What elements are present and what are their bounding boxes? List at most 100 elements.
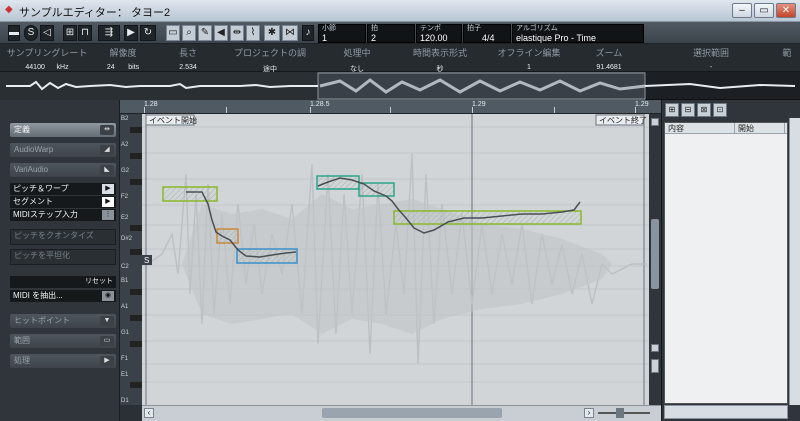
ruler-tick <box>226 107 227 113</box>
key-label: B1 <box>121 278 129 284</box>
grid-icon[interactable]: ⊞ <box>63 25 77 41</box>
key-label: E1 <box>121 372 129 378</box>
zoom-slider[interactable] <box>598 412 650 414</box>
section-process[interactable]: 処理 ▶ <box>10 354 116 368</box>
section-variaudio-label: VariAudio <box>14 165 49 174</box>
algorithm-field[interactable]: アルゴリズム elastique Pro - Time <box>512 24 644 43</box>
maximize-button[interactable]: ▭ <box>754 3 774 18</box>
pitch-warp-row[interactable]: ピッチ＆ワープ ▶ <box>10 183 116 195</box>
piano-keyboard[interactable]: B2 A2 G2 F2 E2 D#2 C2 B1 A1 G1 F1 E1 D1 <box>120 114 142 405</box>
tempo-field[interactable]: テンポ 120.00 <box>416 24 462 43</box>
column-start[interactable]: 開始 <box>735 123 785 134</box>
zoom-slider-handle[interactable] <box>616 408 624 418</box>
list-tool-4-icon[interactable]: ⊡ <box>713 103 727 117</box>
info-selection: 選択範囲 - <box>655 46 767 71</box>
section-definition-label: 定義 <box>14 125 30 134</box>
reset-button[interactable]: リセット <box>10 276 116 288</box>
segment-row[interactable]: セグメント ▶ <box>10 196 116 208</box>
bracket-icon[interactable]: ⊓ <box>78 25 92 41</box>
section-range[interactable]: 範囲 ▭ <box>10 334 116 348</box>
zoom-value: 91.4681 <box>596 64 622 71</box>
straighten-pitch-label: ピッチを平坦化 <box>14 251 70 260</box>
ruler-label-3: 1.29 <box>472 101 486 108</box>
toolbar-icon-1[interactable]: ▬ <box>8 25 20 41</box>
overview-waveform[interactable] <box>0 72 800 100</box>
straighten-pitch-button[interactable]: ピッチを平坦化 <box>10 249 116 265</box>
note-icon[interactable]: ♪ <box>302 25 314 41</box>
editor-vertical-scrollbar[interactable] <box>649 114 661 405</box>
hitpoint-icon: ▼ <box>100 316 114 326</box>
zoom-tool-icon[interactable]: ⌕ <box>182 25 196 41</box>
list-vertical-scrollbar[interactable] <box>789 118 800 405</box>
play-icon[interactable]: ▶ <box>124 25 138 41</box>
section-audiowarp[interactable]: AudioWarp ◢ <box>10 143 116 157</box>
beat-field[interactable]: 拍 2 <box>367 24 415 43</box>
range-header: 範 <box>782 48 792 58</box>
event-end-label: イベント終了 <box>599 115 647 125</box>
signature-field[interactable]: 拍子 4/4 <box>463 24 511 43</box>
key-label: F1 <box>121 356 129 362</box>
draw-tool-icon[interactable]: ⌇ <box>246 25 260 41</box>
speaker-icon[interactable]: ◁ <box>40 25 54 41</box>
quantize-pitch-label: ピッチをクオンタイズ <box>14 231 94 240</box>
horizontal-scroll-thumb[interactable] <box>322 408 502 418</box>
tempo-value[interactable]: 120.00 <box>420 33 448 43</box>
speaker-tool-icon[interactable]: ◀ <box>214 25 228 41</box>
tempo-label: テンポ <box>420 25 441 32</box>
resolution-header: 解像度 <box>109 48 137 58</box>
list-tool-3-icon[interactable]: ⊠ <box>697 103 711 117</box>
list-tools: ⊞ ⊟ ⊠ ⊡ <box>665 103 729 117</box>
bar-value[interactable]: 1 <box>322 33 327 43</box>
window-titlebar: ◆ サンプルエディター： タヨー2 ‒ ▭ ✕ <box>0 0 800 22</box>
extract-midi-button[interactable]: MIDI を抽出... ◉ <box>10 290 116 302</box>
key-label: G2 <box>121 168 130 174</box>
key-label: A2 <box>121 142 129 148</box>
hitpoint-tool-icon[interactable]: ✱ <box>264 25 280 41</box>
segment-arrow-icon: ▶ <box>102 197 114 207</box>
warp-tool-icon[interactable]: ⋈ <box>282 25 298 41</box>
variaudio-icon: ◣ <box>100 165 114 175</box>
section-definition[interactable]: 定義 ⇹ <box>10 123 116 137</box>
list-tool-1-icon[interactable]: ⊞ <box>665 103 679 117</box>
extract-midi-icon: ◉ <box>102 291 114 301</box>
algorithm-value[interactable]: elastique Pro - Time <box>516 33 596 43</box>
definition-icon: ⇹ <box>100 125 114 135</box>
ruler-tick <box>310 107 311 113</box>
vertical-zoom-icon[interactable] <box>651 359 659 373</box>
section-variaudio[interactable]: VariAudio ◣ <box>10 163 116 177</box>
solo-icon[interactable]: S <box>24 25 38 41</box>
signature-value[interactable]: 4/4 <box>482 33 495 43</box>
content-list[interactable]: 内容 開始 終了 <box>664 122 800 404</box>
select-tool-icon[interactable]: ▭ <box>166 25 180 41</box>
snap-icon[interactable]: ⇶ <box>98 25 120 41</box>
pencil-tool-icon[interactable]: ✎ <box>198 25 212 41</box>
minimize-button[interactable]: ‒ <box>732 3 752 18</box>
column-content[interactable]: 内容 <box>665 123 735 134</box>
ruler-label-2: 1.28.5 <box>310 101 330 108</box>
loop-icon[interactable]: ↻ <box>140 25 156 41</box>
resolution-value: 24 <box>106 64 115 71</box>
midi-step-row[interactable]: MIDIステップ入力 ⋮ <box>10 209 116 221</box>
beat-value[interactable]: 2 <box>371 33 376 43</box>
quantize-pitch-button[interactable]: ピッチをクオンタイズ <box>10 229 116 245</box>
editor-graphic: イベント開始 イベント終了 S <box>142 114 649 405</box>
scrub-tool-icon[interactable]: ⇹ <box>230 25 244 41</box>
time-format-header: 時間表示形式 <box>412 48 467 58</box>
editor-horizontal-scrollbar[interactable]: ‹ › <box>142 405 661 421</box>
bar-field[interactable]: 小節 1 <box>318 24 366 43</box>
timeline-ruler[interactable]: 1.28 1.28.5 1.29 1.29 <box>120 100 661 114</box>
info-range: 範 <box>776 46 798 59</box>
sample-editor-canvas[interactable]: イベント開始 イベント終了 S <box>142 114 649 405</box>
s-marker: S <box>144 256 149 265</box>
list-tool-2-icon[interactable]: ⊟ <box>681 103 695 117</box>
key-label: E2 <box>121 215 129 221</box>
section-hitpoint[interactable]: ヒットポイント ▼ <box>10 314 116 328</box>
close-button[interactable]: ✕ <box>776 3 796 18</box>
scroll-thumb[interactable] <box>651 219 659 289</box>
scroll-left-button[interactable]: ‹ <box>144 408 154 418</box>
scroll-up-button[interactable] <box>651 118 659 126</box>
scroll-down-button[interactable] <box>651 344 659 352</box>
list-horizontal-scrollbar[interactable] <box>664 405 788 419</box>
ruler-tick <box>554 107 555 113</box>
scroll-right-button[interactable]: › <box>584 408 594 418</box>
